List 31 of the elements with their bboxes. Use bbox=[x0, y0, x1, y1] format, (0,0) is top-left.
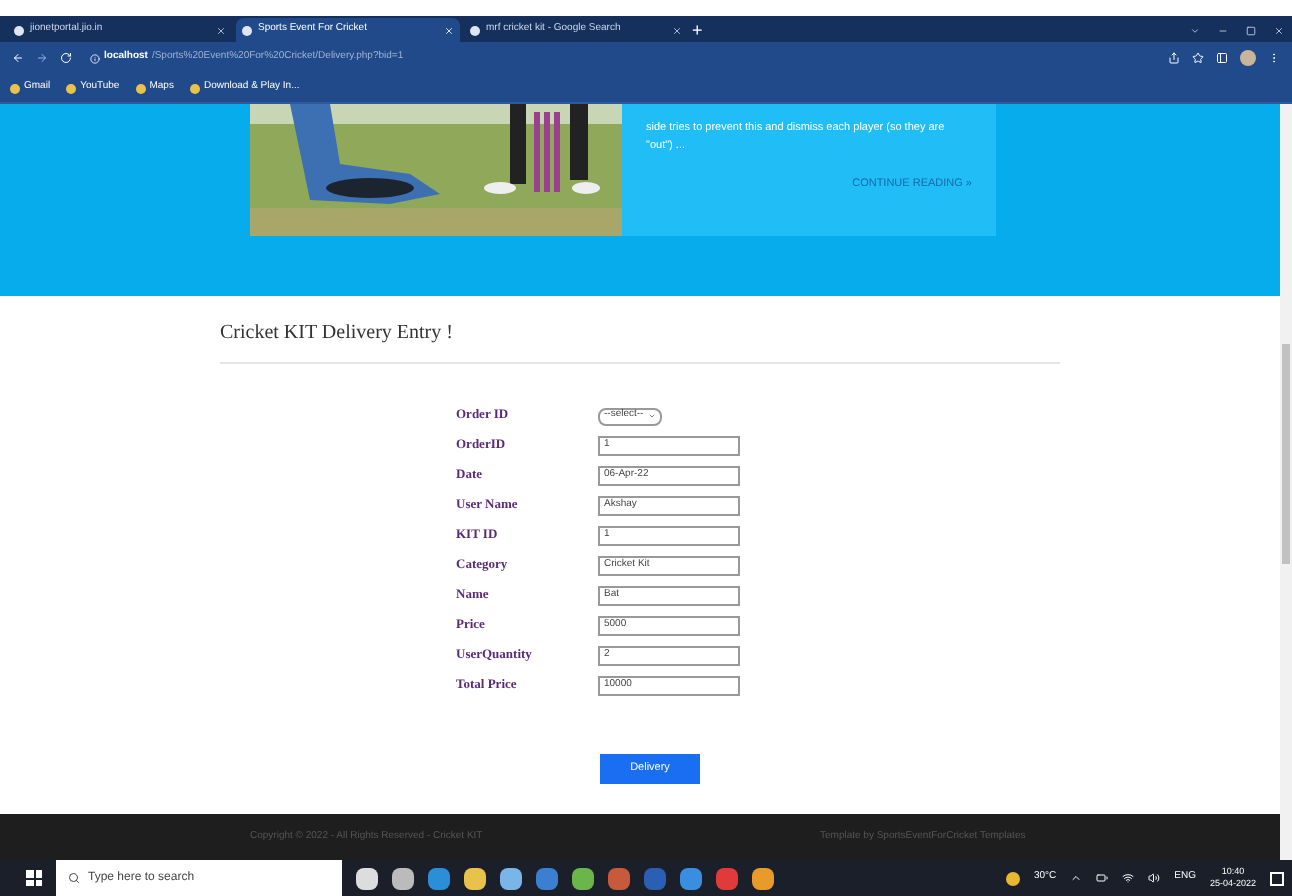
app-icon[interactable] bbox=[500, 867, 522, 889]
weather-icon[interactable] bbox=[1005, 871, 1020, 885]
app-icon[interactable] bbox=[680, 867, 702, 889]
maximize-icon[interactable] bbox=[1246, 26, 1256, 36]
scrollbar[interactable] bbox=[1280, 104, 1292, 860]
wifi-icon[interactable] bbox=[1122, 872, 1135, 884]
info-icon bbox=[90, 53, 100, 63]
tab-icon bbox=[242, 25, 252, 35]
battery-icon[interactable] bbox=[1096, 872, 1109, 884]
profile-avatar[interactable] bbox=[1240, 50, 1256, 66]
notification-icon[interactable] bbox=[1270, 871, 1284, 885]
minimize-icon[interactable] bbox=[1218, 26, 1228, 36]
app-icon[interactable] bbox=[752, 867, 774, 889]
tab-icon bbox=[14, 25, 24, 35]
reload-icon[interactable] bbox=[60, 52, 72, 64]
new-tab-button[interactable]: + bbox=[692, 22, 703, 42]
app-icon[interactable] bbox=[572, 867, 594, 889]
forward-icon[interactable] bbox=[36, 52, 48, 64]
app-icon[interactable] bbox=[608, 867, 630, 889]
side-panel-icon[interactable] bbox=[1216, 52, 1228, 64]
chevron-down-icon[interactable] bbox=[1190, 26, 1200, 36]
volume-icon[interactable] bbox=[1148, 872, 1161, 884]
app-icon[interactable] bbox=[716, 867, 738, 889]
form-title: Cricket KIT Delivery Entry ! bbox=[220, 320, 455, 348]
back-icon[interactable] bbox=[12, 52, 24, 64]
chevron-up-icon[interactable] bbox=[1070, 872, 1083, 884]
tab-icon bbox=[470, 25, 480, 35]
star-icon[interactable] bbox=[1192, 52, 1204, 64]
share-icon[interactable] bbox=[1168, 52, 1180, 64]
search-icon bbox=[68, 872, 80, 884]
windows-start-icon[interactable] bbox=[26, 870, 42, 886]
